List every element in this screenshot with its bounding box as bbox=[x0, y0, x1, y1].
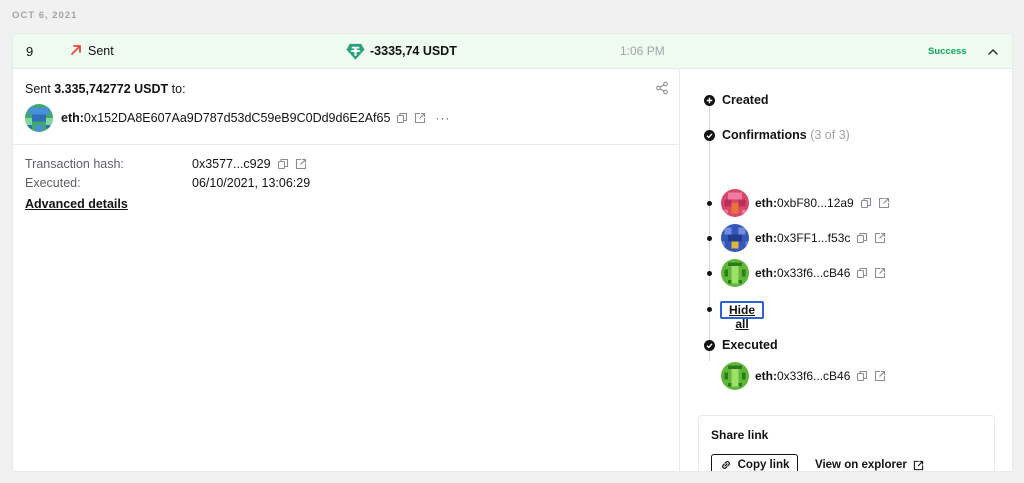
executed-label: Executed: bbox=[25, 176, 81, 190]
timeline-dot bbox=[707, 201, 712, 206]
share-link-box: Share link Copy link View on explorer bbox=[698, 415, 995, 471]
step-executed: Executed bbox=[704, 338, 778, 352]
transaction-summary-row[interactable]: 9 Sent -3335,74 USDT 1:06 PM Success bbox=[13, 34, 1012, 69]
confirmer-address: eth:0x3FF1...f53c bbox=[755, 231, 851, 245]
advanced-details-link[interactable]: Advanced details bbox=[25, 197, 128, 211]
external-link-icon[interactable] bbox=[878, 197, 890, 209]
recipient-address: eth:0x152DA8E607Aa9D787d53dC59eB9C0Dd9d6… bbox=[25, 104, 450, 132]
sent-suffix: to: bbox=[171, 82, 186, 96]
check-circle-icon bbox=[704, 129, 715, 141]
share-link-title: Share link bbox=[711, 428, 769, 442]
step-created: Created bbox=[704, 93, 769, 107]
step-confirmations-label: Confirmations (3 of 3) bbox=[722, 128, 850, 142]
external-link-icon[interactable] bbox=[874, 232, 886, 244]
confirmer-item: eth:0x33f6...cB46 bbox=[721, 259, 886, 287]
confirmer-address: eth:0xbF80...12a9 bbox=[755, 196, 854, 210]
sent-summary-line: Sent 3.335,742772 USDT to: bbox=[25, 82, 186, 96]
avatar bbox=[721, 189, 749, 217]
date-header: OCT 6, 2021 bbox=[12, 10, 78, 21]
tx-timeline: Created Confirmations (3 of 3) eth:0xbF8… bbox=[681, 69, 1012, 471]
copy-icon[interactable] bbox=[396, 112, 408, 124]
copy-icon[interactable] bbox=[860, 197, 872, 209]
check-circle-icon bbox=[704, 339, 715, 351]
step-created-label: Created bbox=[722, 93, 769, 107]
tx-hash-label: Transaction hash: bbox=[25, 157, 124, 171]
hide-all-button[interactable]: Hide all bbox=[720, 301, 764, 331]
plus-circle-icon bbox=[704, 94, 715, 106]
tx-hash-value: 0x3577...c929 bbox=[192, 157, 307, 171]
step-executed-label: Executed bbox=[722, 338, 778, 352]
external-link-icon[interactable] bbox=[295, 158, 307, 170]
avatar bbox=[721, 362, 749, 390]
tether-icon bbox=[346, 43, 365, 60]
tx-amount: -3335,74 USDT bbox=[370, 44, 457, 58]
copy-icon[interactable] bbox=[856, 232, 868, 244]
chevron-up-icon[interactable] bbox=[986, 45, 1000, 59]
status-badge: Success bbox=[928, 46, 967, 57]
confirmations-count: (3 of 3) bbox=[810, 128, 850, 142]
sent-amount: 3.335,742772 USDT bbox=[54, 82, 169, 96]
copy-link-button[interactable]: Copy link bbox=[711, 454, 798, 471]
copy-icon[interactable] bbox=[277, 158, 289, 170]
tx-type-label: Sent bbox=[88, 44, 114, 58]
timeline-dot bbox=[707, 236, 712, 241]
copy-icon[interactable] bbox=[856, 370, 868, 382]
external-link-icon bbox=[913, 460, 924, 470]
link-icon bbox=[721, 461, 730, 469]
timeline-dot bbox=[707, 271, 712, 276]
confirmer-item: eth:0xbF80...12a9 bbox=[721, 189, 890, 217]
more-options-icon[interactable]: ··· bbox=[435, 111, 450, 125]
transaction-card: 9 Sent -3335,74 USDT 1:06 PM Success Sen… bbox=[12, 33, 1013, 472]
recipient-address-text: eth:0x152DA8E607Aa9D787d53dC59eB9C0Dd9d6… bbox=[61, 111, 391, 125]
sent-prefix: Sent bbox=[25, 82, 51, 96]
view-on-explorer-label: View on explorer bbox=[815, 459, 907, 471]
external-link-icon[interactable] bbox=[874, 267, 886, 279]
avatar bbox=[25, 104, 53, 132]
tx-nonce: 9 bbox=[26, 44, 34, 59]
copy-link-label: Copy link bbox=[737, 459, 790, 471]
step-confirmations: Confirmations (3 of 3) bbox=[704, 128, 850, 142]
arrow-up-right-icon bbox=[71, 45, 81, 55]
copy-icon[interactable] bbox=[856, 267, 868, 279]
timeline-dot bbox=[707, 307, 712, 312]
transaction-details-panel: Sent 3.335,742772 USDT to: eth:0x152DA8E… bbox=[13, 69, 680, 471]
tx-time: 1:06 PM bbox=[620, 44, 665, 58]
confirmer-address: eth:0x33f6...cB46 bbox=[755, 266, 851, 280]
divider bbox=[13, 144, 680, 145]
avatar bbox=[721, 259, 749, 287]
external-link-icon[interactable] bbox=[414, 112, 426, 124]
share-icon[interactable] bbox=[655, 81, 669, 95]
executed-value: 06/10/2021, 13:06:29 bbox=[192, 176, 311, 190]
view-on-explorer-link[interactable]: View on explorer bbox=[815, 459, 924, 471]
confirmer-item: eth:0x3FF1...f53c bbox=[721, 224, 886, 252]
executor-address: eth:0x33f6...cB46 bbox=[755, 369, 851, 383]
avatar bbox=[721, 224, 749, 252]
external-link-icon[interactable] bbox=[874, 370, 886, 382]
executor-item: eth:0x33f6...cB46 bbox=[721, 362, 886, 390]
